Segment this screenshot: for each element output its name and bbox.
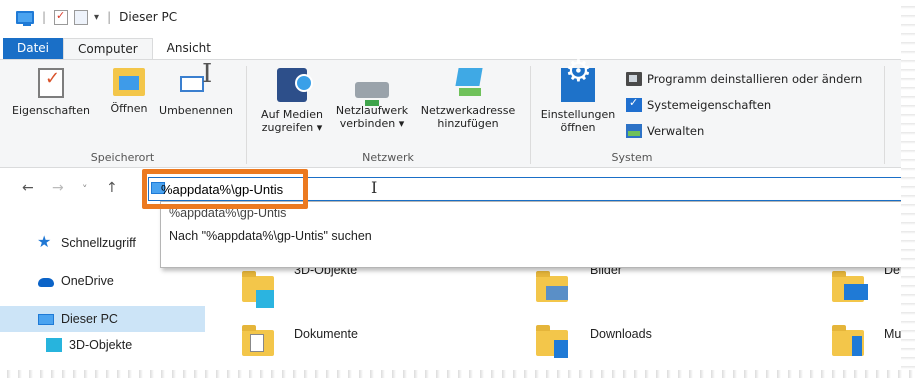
group-separator	[884, 66, 885, 164]
sidebar-item-label: 3D-Objekte	[69, 338, 133, 352]
tab-computer[interactable]: Computer	[63, 38, 153, 60]
sidebar-item-onedrive[interactable]: OneDrive	[0, 268, 205, 294]
add-network-label-1: Netzwerkadresse	[420, 104, 516, 117]
system-properties-button[interactable]: Systemeigenschaften	[626, 96, 772, 112]
group-separator	[530, 66, 531, 164]
this-pc-icon	[38, 313, 54, 325]
up-arrow-icon[interactable]: ↑	[106, 180, 118, 196]
cube-icon	[256, 290, 274, 308]
properties-quick-icon[interactable]	[54, 9, 69, 25]
settings-gear-icon	[561, 65, 595, 102]
map-drive-button[interactable]: Netzlaufwerk verbinden ▾	[330, 68, 414, 130]
autocomplete-dropdown: %appdata%\gp-Untis Nach "%appdata%\gp-Un…	[160, 201, 908, 268]
star-icon	[37, 232, 54, 252]
sidebar-item-3d-objects[interactable]: 3D-Objekte	[0, 332, 205, 358]
open-icon	[113, 68, 145, 96]
text-cursor-icon: I	[371, 178, 378, 197]
group-label-netzwerk: Netzwerk	[362, 151, 414, 164]
highlight-annotation	[142, 169, 308, 209]
group-system: Einstellungen öffnen Programm deinstalli…	[532, 60, 882, 168]
desktop-icon	[844, 284, 868, 300]
back-arrow-icon[interactable]: ←	[22, 180, 34, 196]
sidebar-item-label: Schnellzugriff	[61, 236, 136, 250]
access-media-button[interactable]: Auf Medien zugreifen ▾	[254, 68, 330, 134]
ribbon: Eigenschaften Öffnen Umbenennen Speicher…	[0, 60, 915, 168]
ribbon-tabs: Datei Computer Ansicht	[0, 38, 225, 60]
autocomplete-search[interactable]: Nach "%appdata%\gp-Untis" suchen	[169, 229, 372, 243]
tab-ansicht[interactable]: Ansicht	[153, 38, 225, 60]
access-media-label-1: Auf Medien	[261, 108, 323, 121]
network-drive-icon	[355, 82, 389, 106]
quick-access-dropdown-icon[interactable]: ▾	[94, 12, 99, 23]
uninstall-icon	[626, 72, 642, 86]
rename-button[interactable]: Umbenennen	[152, 68, 240, 117]
sidebar-item-label: Dieser PC	[61, 312, 118, 326]
system-properties-icon	[626, 96, 642, 112]
media-icon	[277, 68, 313, 102]
system-properties-label: Systemeigenschaften	[647, 98, 772, 112]
properties-label: Eigenschaften	[12, 104, 90, 117]
folder-name: Downloads	[590, 327, 652, 341]
properties-icon	[38, 68, 64, 98]
sidebar-item-this-pc[interactable]: Dieser PC	[0, 306, 205, 332]
group-netzwerk: Auf Medien zugreifen ▾ Netzlaufwerk verb…	[248, 60, 528, 168]
this-pc-icon[interactable]	[16, 10, 34, 26]
open-settings-label-1: Einstellungen	[540, 108, 616, 121]
download-arrow-icon	[554, 340, 568, 358]
title-bar: | ▾ | Dieser PC	[0, 0, 915, 34]
access-media-label-2: zugreifen ▾	[261, 121, 323, 134]
document-icon	[250, 334, 264, 352]
qa-separator: |	[42, 10, 47, 24]
properties-button[interactable]: Eigenschaften	[4, 68, 98, 117]
group-label-speicherort: Speicherort	[90, 151, 155, 164]
uninstall-label: Programm deinstallieren oder ändern	[647, 72, 863, 86]
group-separator	[246, 66, 247, 164]
torn-edge-right	[901, 0, 915, 378]
add-network-location-button[interactable]: Netzwerkadresse hinzufügen	[416, 68, 520, 130]
forward-arrow-icon[interactable]: →	[52, 180, 64, 196]
title-separator: |	[107, 10, 112, 24]
open-settings-button[interactable]: Einstellungen öffnen	[534, 65, 622, 134]
group-speicherort: Eigenschaften Öffnen Umbenennen Speicher…	[0, 60, 245, 168]
folder-name: Dokumente	[294, 327, 358, 341]
manage-button[interactable]: Verwalten	[626, 124, 704, 138]
new-folder-quick-icon[interactable]	[74, 9, 89, 25]
music-note-icon	[852, 336, 862, 356]
manage-label: Verwalten	[647, 124, 705, 138]
open-label: Öffnen	[110, 102, 148, 115]
window-title: Dieser PC	[119, 10, 178, 24]
open-button[interactable]: Öffnen	[104, 68, 154, 115]
map-drive-label-2: verbinden ▾	[339, 117, 405, 130]
cloud-icon	[38, 278, 54, 287]
recent-locations-chevron-icon[interactable]: ˅	[82, 183, 88, 196]
network-location-icon	[453, 68, 483, 98]
manage-icon	[626, 124, 642, 138]
cube-icon	[46, 338, 62, 352]
tab-datei[interactable]: Datei	[3, 38, 64, 60]
torn-edge-bottom	[0, 370, 915, 378]
sidebar-item-label: OneDrive	[61, 274, 114, 288]
add-network-label-2: hinzufügen	[437, 117, 499, 130]
rename-label: Umbenennen	[159, 104, 233, 117]
uninstall-program-button[interactable]: Programm deinstallieren oder ändern	[626, 72, 862, 86]
group-label-system: System	[611, 151, 653, 164]
picture-icon	[546, 286, 568, 300]
open-settings-label-2: öffnen	[560, 121, 596, 134]
folder-name: Mu	[884, 327, 902, 341]
rename-icon	[180, 68, 212, 98]
